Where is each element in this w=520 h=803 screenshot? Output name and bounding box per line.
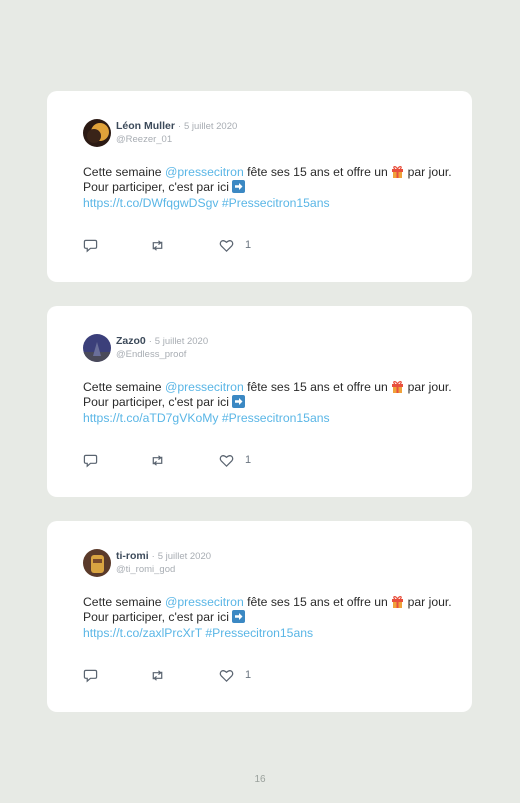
text-segment: Cette semaine xyxy=(83,165,165,179)
reply-icon xyxy=(83,454,98,467)
author-name[interactable]: ti-romi xyxy=(116,550,149,562)
author-name[interactable]: Léon Muller xyxy=(116,120,175,132)
author-handle[interactable]: @Endless_proof xyxy=(116,348,208,361)
right-arrow-emoji-icon xyxy=(232,180,246,194)
reply-button[interactable] xyxy=(83,667,98,683)
tweet-card[interactable]: Zazo0 · 5 juillet 2020 @Endless_proof Ce… xyxy=(47,306,472,497)
author-handle[interactable]: @Reezer_01 xyxy=(116,133,237,146)
retweet-button[interactable] xyxy=(150,667,165,683)
reply-button[interactable] xyxy=(83,452,98,468)
like-button[interactable]: 1 xyxy=(219,237,251,253)
hashtag-link[interactable]: #Pressecitron15ans xyxy=(222,411,330,425)
avatar[interactable] xyxy=(83,549,111,577)
tweet-text: Cette semaine @pressecitron fête ses 15 … xyxy=(83,380,453,426)
tweet-date[interactable]: 5 juillet 2020 xyxy=(158,551,211,562)
avatar[interactable] xyxy=(83,119,111,147)
reply-button[interactable] xyxy=(83,237,98,253)
text-segment: fête ses 15 ans et offre un xyxy=(243,380,392,394)
author-name[interactable]: Zazo0 xyxy=(116,335,146,347)
tweet-text: Cette semaine @pressecitron fête ses 15 … xyxy=(83,165,453,211)
hashtag-link[interactable]: #Pressecitron15ans xyxy=(222,196,330,210)
tweet-date[interactable]: 5 juillet 2020 xyxy=(184,121,237,132)
tweet-header: Léon Muller · 5 juillet 2020 @Reezer_01 xyxy=(116,120,237,146)
right-arrow-emoji-icon xyxy=(232,610,246,624)
heart-icon xyxy=(219,669,234,682)
retweet-icon xyxy=(152,239,163,251)
text-segment: Cette semaine xyxy=(83,595,165,609)
separator: · xyxy=(148,336,152,347)
heart-icon xyxy=(219,239,234,252)
tweet-header: ti-romi · 5 juillet 2020 @ti_romi_god xyxy=(116,550,211,576)
tweet-card[interactable]: ti-romi · 5 juillet 2020 @ti_romi_god Ce… xyxy=(47,521,472,712)
tweet-actions: 1 xyxy=(83,452,283,468)
tweet-header: Zazo0 · 5 juillet 2020 @Endless_proof xyxy=(116,335,208,361)
reply-icon xyxy=(83,239,98,252)
page-number: 16 xyxy=(254,774,266,785)
like-count: 1 xyxy=(245,669,252,681)
hashtag-link[interactable]: #Pressecitron15ans xyxy=(205,626,313,640)
mention-link[interactable]: @pressecitron xyxy=(165,380,244,394)
avatar-image xyxy=(83,549,111,577)
avatar[interactable] xyxy=(83,334,111,362)
text-segment: fête ses 15 ans et offre un xyxy=(243,165,392,179)
url-link[interactable]: https://t.co/zaxlPrcXrT xyxy=(83,626,202,640)
retweet-icon xyxy=(152,454,163,466)
gift-emoji-icon xyxy=(391,380,404,393)
like-button[interactable]: 1 xyxy=(219,667,251,683)
url-link[interactable]: https://t.co/aTD7gVKoMy xyxy=(83,411,218,425)
tweet-text: Cette semaine @pressecitron fête ses 15 … xyxy=(83,595,453,641)
like-button[interactable]: 1 xyxy=(219,452,251,468)
like-count: 1 xyxy=(245,454,252,466)
separator: · xyxy=(177,121,182,132)
gift-emoji-icon xyxy=(391,595,404,608)
tweet-actions: 1 xyxy=(83,237,283,253)
reply-icon xyxy=(83,669,98,682)
retweet-button[interactable] xyxy=(150,237,165,253)
mention-link[interactable]: @pressecitron xyxy=(165,165,244,179)
gift-emoji-icon xyxy=(391,165,404,178)
mention-link[interactable]: @pressecitron xyxy=(165,595,244,609)
avatar-image xyxy=(83,334,111,362)
tweet-date[interactable]: 5 juillet 2020 xyxy=(155,336,208,347)
author-handle[interactable]: @ti_romi_god xyxy=(116,563,211,576)
avatar-image xyxy=(83,119,111,147)
retweet-button[interactable] xyxy=(150,452,165,468)
retweet-icon xyxy=(152,669,163,681)
tweet-actions: 1 xyxy=(83,667,283,683)
right-arrow-emoji-icon xyxy=(232,395,246,409)
text-segment: Cette semaine xyxy=(83,380,165,394)
separator: · xyxy=(151,551,155,562)
tweet-card[interactable]: Léon Muller · 5 juillet 2020 @Reezer_01 … xyxy=(47,91,472,282)
heart-icon xyxy=(219,454,234,467)
url-link[interactable]: https://t.co/DWfqgwDSgv xyxy=(83,196,218,210)
text-segment: fête ses 15 ans et offre un xyxy=(243,595,392,609)
like-count: 1 xyxy=(245,239,252,251)
